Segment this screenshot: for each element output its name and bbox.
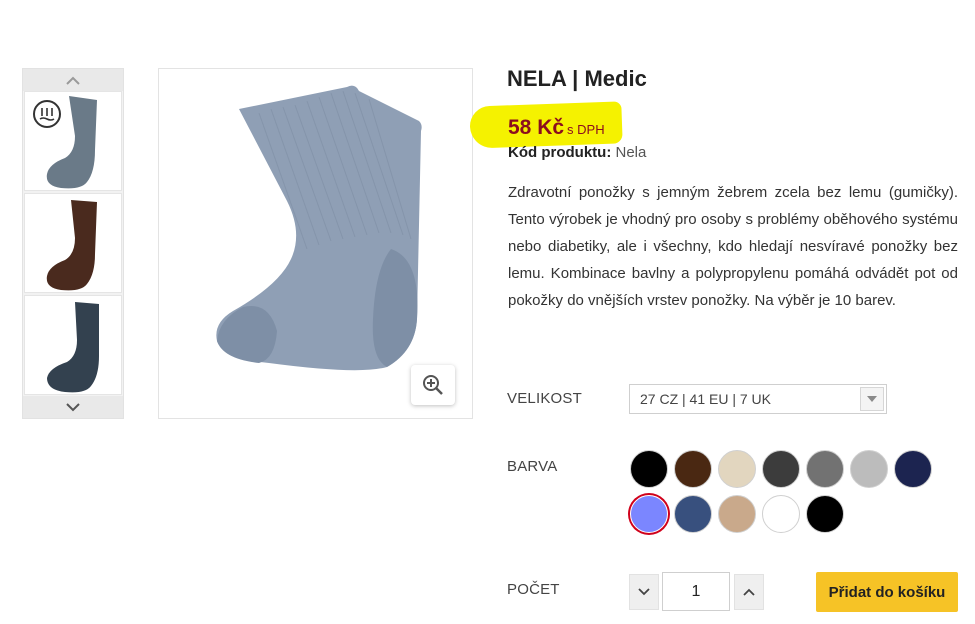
color-swatch[interactable]: [630, 495, 668, 533]
product-code: Kód produktu: Nela: [508, 144, 646, 161]
color-swatch[interactable]: [630, 450, 668, 488]
color-swatch[interactable]: [806, 495, 844, 533]
product-description: Zdravotní ponožky s jemným žebrem zcela …: [508, 184, 958, 309]
chevron-up-icon: [66, 76, 80, 85]
zoom-in-icon: [423, 375, 443, 395]
size-label: VELIKOST: [507, 390, 582, 407]
color-swatch[interactable]: [718, 450, 756, 488]
color-swatch[interactable]: [674, 450, 712, 488]
color-swatch[interactable]: [850, 450, 888, 488]
price-amount: 58 Kč: [508, 116, 565, 139]
chevron-down-icon: [860, 387, 884, 411]
chevron-down-icon: [66, 402, 80, 411]
quantity-label: POČET: [507, 581, 560, 598]
color-label: BARVA: [507, 458, 558, 475]
chevron-down-icon: [638, 588, 650, 596]
color-swatch[interactable]: [674, 495, 712, 533]
product-code-label: Kód produktu:: [508, 144, 612, 161]
thumbnails-down-button[interactable]: [23, 396, 123, 418]
color-swatch[interactable]: [894, 450, 932, 488]
sock-image: [46, 200, 97, 291]
sock-image: [47, 302, 99, 393]
thumbnail-strip: [22, 68, 124, 419]
thumbnail-2[interactable]: [24, 193, 122, 293]
color-swatch[interactable]: [718, 495, 756, 533]
price-vat-note: s DPH: [567, 122, 605, 137]
add-to-cart-button[interactable]: Přidat do košíku: [816, 572, 958, 612]
zoom-button[interactable]: [411, 365, 455, 405]
color-swatch[interactable]: [762, 450, 800, 488]
quantity-increase-button[interactable]: [734, 574, 764, 610]
size-select[interactable]: 27 CZ | 41 EU | 7 UK: [629, 384, 887, 414]
size-select-value: 27 CZ | 41 EU | 7 UK: [640, 391, 771, 407]
quantity-decrease-button[interactable]: [629, 574, 659, 610]
price: 58 Kč s DPH: [508, 116, 605, 140]
main-product-image[interactable]: [158, 68, 473, 419]
thumbnail-1[interactable]: [24, 91, 122, 191]
product-code-value: Nela: [615, 144, 647, 161]
thumbnails-up-button[interactable]: [23, 69, 123, 91]
color-swatch[interactable]: [806, 450, 844, 488]
quantity-input[interactable]: [662, 572, 730, 611]
medical-badge-icon: [33, 100, 61, 128]
color-swatch[interactable]: [762, 495, 800, 533]
product-title: NELA | Medic: [507, 66, 647, 91]
thumbnail-3[interactable]: [24, 295, 122, 395]
chevron-up-icon: [743, 588, 755, 596]
